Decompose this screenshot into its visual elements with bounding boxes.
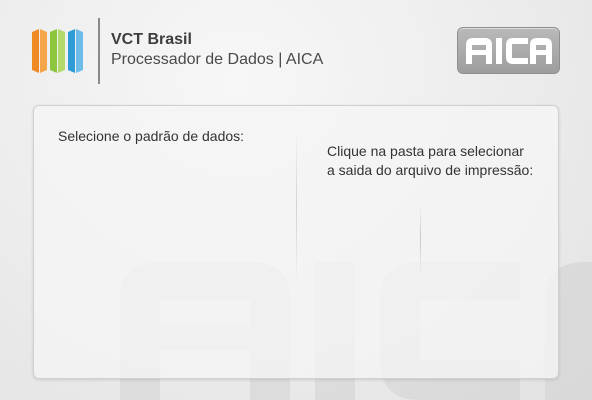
data-standard-label: Selecione o padrão de dados:: [58, 128, 245, 144]
aica-logo-icon: [465, 37, 552, 64]
output-folder-label-line2: a saida do arquivo de impressão:: [327, 162, 534, 178]
settings-panel: Selecione o padrão de dados: Clique na p…: [33, 105, 559, 379]
output-folder-label: Clique na pasta para selecionar a saida …: [327, 142, 533, 180]
output-folder-label-line1: Clique na pasta para selecionar: [327, 143, 524, 159]
folder-area-divider: [420, 204, 421, 274]
column-divider: [296, 128, 297, 286]
app-title: VCT Brasil: [111, 31, 192, 48]
header-divider: [98, 18, 100, 84]
aica-logo-badge: [457, 27, 560, 74]
vct-stripes-logo-icon: [32, 29, 83, 73]
app-subtitle: Processador de Dados | AICA: [111, 51, 324, 68]
